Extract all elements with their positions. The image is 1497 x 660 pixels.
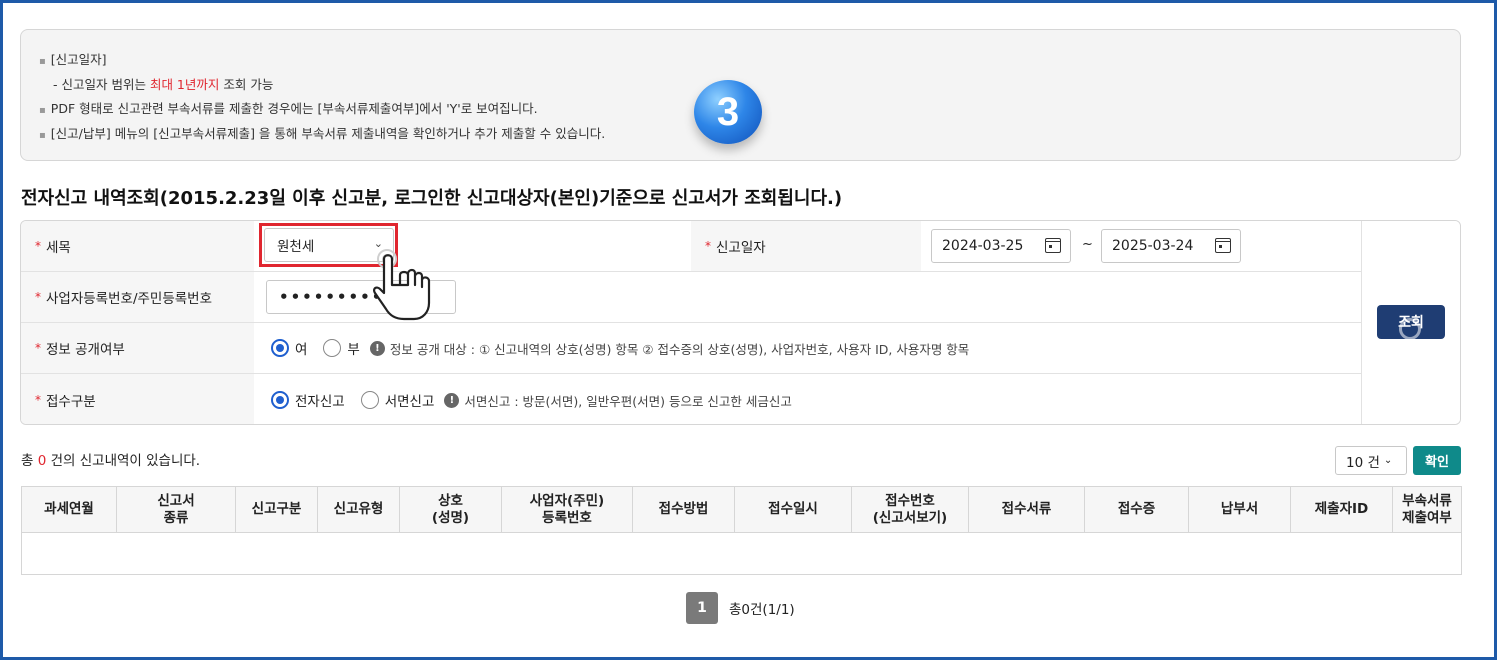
column-header[interactable]: 신고유형: [317, 486, 400, 533]
empty-cell: [21, 532, 1462, 575]
receipt-paper-radio[interactable]: [360, 391, 379, 409]
info-icon: !: [369, 340, 385, 356]
receipt-type-label: * 접수구분: [21, 374, 254, 424]
form-row-receipt-type: * 접수구분 전자신고 서면신고 ! 서면신고 : 방문(서면), 일반우편(서면…: [21, 374, 1361, 424]
column-header[interactable]: 신고서 종류: [116, 486, 236, 533]
form-row-biz-no: * 사업자등록번호/주민등록번호 ••••••••••: [21, 272, 1361, 323]
column-header[interactable]: 접수서류: [968, 486, 1085, 533]
page-title: 전자신고 내역조회(2015.2.23일 이후 신고분, 로그인한 신고대상자(…: [21, 188, 843, 209]
form-row-disclosure: * 정보 공개여부 여 부 ! 정보 공개 대상 : ① 신고내역의 상호(성명)…: [21, 323, 1361, 374]
pagination-total: 총0건(1/1): [729, 602, 795, 618]
bullet-icon: ▪: [39, 129, 46, 141]
info-icon: !: [444, 392, 460, 408]
tax-item-label: * 세목: [21, 221, 254, 271]
date-separator: ~: [1082, 237, 1093, 252]
page-size-select[interactable]: 10 건 ⌄: [1335, 446, 1407, 475]
calendar-icon[interactable]: [1215, 238, 1231, 253]
biz-no-input[interactable]: ••••••••••: [266, 280, 456, 314]
column-header[interactable]: 과세연월: [21, 486, 117, 533]
form-row-tax-item: * 세목 원천세 ⌄ * 신고일자 2024-03-25 ~ 2025-03-24: [21, 221, 1361, 272]
disclosure-options: 여 부 ! 정보 공개 대상 : ① 신고내역의 상호(성명) 항목 ② 접수증…: [271, 323, 969, 373]
biz-no-label: * 사업자등록번호/주민등록번호: [21, 272, 254, 322]
confirm-button[interactable]: 확인: [1413, 446, 1461, 475]
chevron-down-icon: ⌄: [1383, 455, 1393, 466]
table-header-row: 과세연월 신고서 종류 신고구분 신고유형 상호 (성명) 사업자(주민) 등록…: [21, 486, 1462, 533]
result-count: 총 0 건의 신고내역이 있습니다.: [21, 453, 201, 469]
disclosure-no-radio[interactable]: [323, 339, 342, 357]
column-header[interactable]: 신고구분: [235, 486, 318, 533]
report-date-label: * 신고일자: [691, 221, 921, 271]
bullet-icon: ▪: [39, 56, 46, 67]
column-header[interactable]: 접수방법: [632, 486, 735, 533]
column-header[interactable]: 부속서류 제출여부: [1392, 486, 1462, 533]
column-header[interactable]: 제출자ID: [1290, 486, 1393, 533]
notice-item-1: ▪ [신고일자]: [39, 52, 107, 67]
tax-item-select[interactable]: 원천세 ⌄: [264, 228, 394, 262]
search-form: * 세목 원천세 ⌄ * 신고일자 2024-03-25 ~ 2025-03-24 …: [20, 220, 1461, 425]
column-header[interactable]: 접수일시: [734, 486, 852, 533]
receipt-electronic-radio[interactable]: [271, 391, 289, 409]
step-number-badge: 3: [694, 80, 762, 144]
notice-highlight: 최대 1년까지: [149, 76, 220, 92]
column-header[interactable]: 접수증: [1084, 486, 1189, 533]
disclosure-yes-radio[interactable]: [271, 339, 289, 357]
receipt-type-options: 전자신고 서면신고 ! 서면신고 : 방문(서면), 일반우편(서면) 등으로 …: [271, 374, 792, 424]
date-from-input[interactable]: 2024-03-25: [931, 229, 1071, 263]
table-row-empty: [21, 532, 1462, 575]
column-header[interactable]: 납부서: [1188, 486, 1291, 533]
search-button[interactable]: 조회: [1377, 305, 1445, 339]
column-header[interactable]: 사업자(주민) 등록번호: [501, 486, 633, 533]
search-column: 조회: [1361, 221, 1460, 424]
column-header[interactable]: 접수번호 (신고서보기): [851, 486, 969, 533]
disclosure-label: * 정보 공개여부: [21, 323, 254, 373]
calendar-icon[interactable]: [1045, 238, 1061, 253]
pagination: 1 총0건(1/1): [686, 592, 795, 624]
results-table: 과세연월 신고서 종류 신고구분 신고유형 상호 (성명) 사업자(주민) 등록…: [21, 486, 1462, 575]
column-header[interactable]: 상호 (성명): [399, 486, 502, 533]
chevron-down-icon: ⌄: [373, 237, 383, 250]
bullet-icon: ▪: [39, 105, 46, 116]
date-to-input[interactable]: 2025-03-24: [1101, 229, 1241, 263]
page-number-button[interactable]: 1: [686, 592, 718, 624]
